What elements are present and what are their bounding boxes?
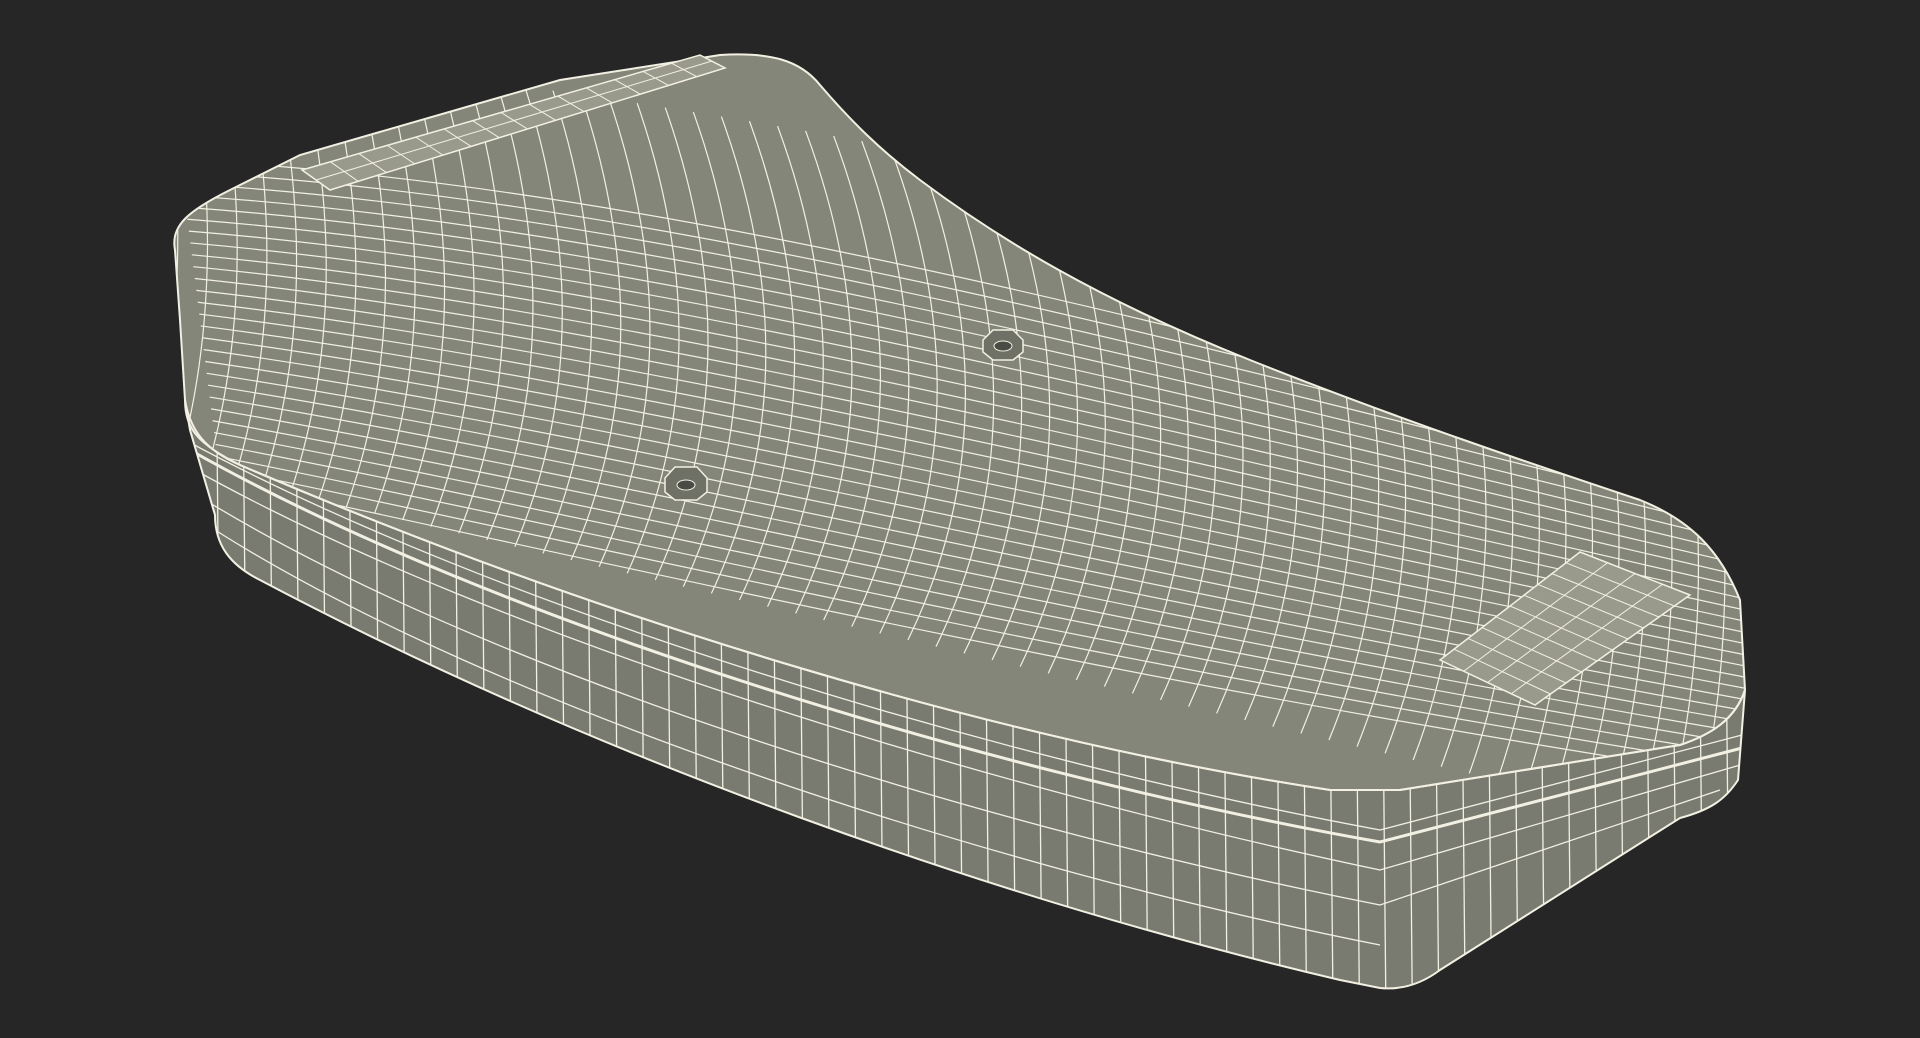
mesh-line <box>189 400 197 989</box>
mesh-line <box>174 54 179 461</box>
mesh-line <box>1750 380 1756 1000</box>
mesh-render <box>173 53 1778 1000</box>
mesh-line <box>1750 360 1778 840</box>
screw-hole-upper <box>982 329 1024 361</box>
render-viewport <box>0 0 1920 1038</box>
screw-hole-lower <box>664 466 708 501</box>
